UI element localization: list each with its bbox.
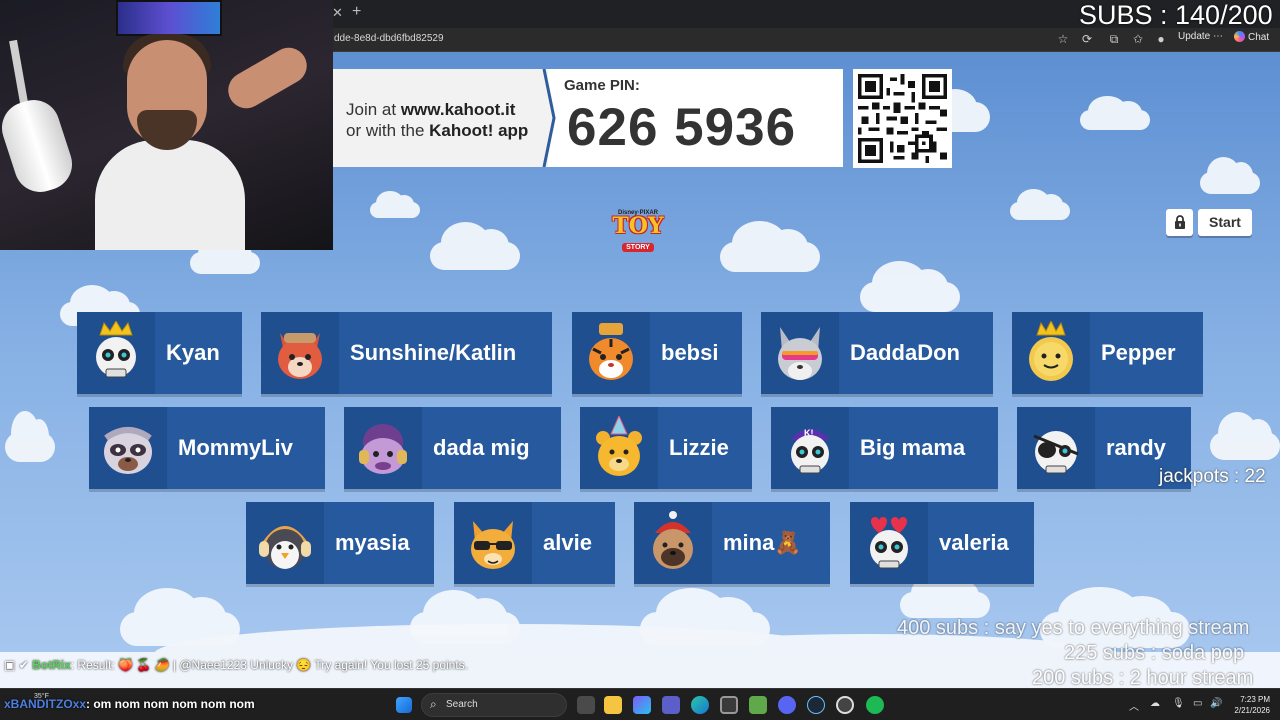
player-tile: K! Big mama	[771, 407, 998, 489]
wolf-icon	[778, 327, 822, 380]
skull-cap-icon: K!	[790, 428, 830, 474]
raccoon-icon	[104, 427, 152, 474]
player-name: randy	[1106, 435, 1166, 460]
sub-goal-400: 400 subs : say yes to everything stream	[897, 617, 1250, 639]
copilot-icon	[1234, 31, 1245, 42]
panel-divider	[536, 69, 556, 167]
join-panel: Join at www.kahoot.it or with the Kahoot…	[333, 69, 843, 167]
steam-icon[interactable]	[807, 696, 825, 714]
player-tile: dada mig	[344, 407, 561, 489]
chat-message-user: xBANDITZOxx: om nom nom nom nom nom	[4, 697, 255, 711]
sub-goal-200: 200 subs : 2 hour stream	[1032, 667, 1254, 689]
player-name: dada mig	[433, 435, 530, 460]
sub-goal-225: 225 subs : soda pop	[1064, 642, 1245, 664]
skull-crown-icon	[96, 321, 136, 378]
bear-party-icon	[596, 416, 642, 476]
player-name: Sunshine/Katlin	[350, 340, 517, 365]
player-tile: Pepper	[1012, 312, 1203, 394]
player-tile: MommyLiv	[89, 407, 325, 489]
pug-icon	[653, 511, 693, 569]
lock-icon	[1174, 215, 1185, 229]
minecraft-icon[interactable]	[749, 696, 767, 714]
taskbar-clock[interactable]: 7:23 PM 2/21/2026	[1228, 694, 1270, 716]
star-icon[interactable]: ☆	[1055, 32, 1071, 46]
bot-badge-icon: ▣ ✔	[4, 658, 29, 672]
fox-icon	[278, 333, 322, 379]
player-tile: myasia	[246, 502, 434, 584]
file-explorer-icon[interactable]	[604, 696, 622, 714]
streamer	[95, 30, 314, 250]
penguin-icon	[259, 526, 311, 569]
chat-username: BotRix	[32, 658, 71, 672]
subs-counter: SUBS : 140/200	[1079, 0, 1273, 30]
player-name: alvie	[543, 530, 592, 555]
onedrive-icon[interactable]: ☁	[1150, 698, 1160, 709]
player-tile: Sunshine/Katlin	[261, 312, 552, 394]
player-tile: Kyan	[77, 312, 242, 394]
player-name: Big mama	[860, 435, 966, 460]
windows-start-icon[interactable]	[396, 697, 412, 713]
pin-label: Game PIN:	[564, 77, 640, 94]
sun-crown-icon	[1029, 321, 1073, 381]
microphone	[0, 93, 79, 199]
skull-eyepatch-icon	[1033, 431, 1079, 474]
qr-code[interactable]	[853, 69, 952, 168]
task-view-icon[interactable]	[577, 696, 595, 714]
tiger-icon	[589, 323, 633, 380]
chat-text: : om nom nom nom nom nom	[86, 697, 255, 711]
chat-message-bot: ▣ ✔ BotRix: Result: 🍑 🍒 🥭 | @Naee1223 Un…	[4, 655, 484, 675]
spotify-icon[interactable]	[866, 696, 884, 714]
start-button[interactable]: Start	[1198, 209, 1252, 236]
search-icon: ⌕	[430, 697, 437, 711]
store-icon[interactable]	[720, 696, 738, 714]
toy-story-logo: Disney·PIXAR TOY STORY	[612, 210, 664, 252]
edge-icon[interactable]	[691, 696, 709, 714]
player-name: Lizzie	[669, 435, 729, 460]
copilot-chat-button[interactable]: Chat	[1234, 31, 1269, 43]
cat-sunglasses-icon	[471, 521, 515, 569]
player-name: Kyan	[166, 340, 220, 365]
favorites-icon[interactable]: ✩	[1130, 32, 1146, 46]
player-tile: Lizzie	[580, 407, 752, 489]
chat-username: xBANDITZOxx	[4, 697, 87, 711]
copilot-app-icon[interactable]	[633, 696, 651, 714]
player-tile: bebsi	[572, 312, 742, 394]
url-text[interactable]: dde-8e8d-dbd6fbd82529	[334, 33, 444, 44]
discord-icon[interactable]	[778, 696, 796, 714]
chat-text: : Result: 🍑 🍒 🥭 | @Naee1223 Unlucky 😔 Tr…	[70, 658, 469, 672]
webcam-feed	[0, 0, 333, 250]
new-tab-icon[interactable]: +	[352, 3, 361, 21]
taskbar-search[interactable]: ⌕ Search	[421, 693, 567, 717]
player-name: valeria	[939, 530, 1009, 555]
player-name: MommyLiv	[178, 435, 293, 460]
join-app: Kahoot! app	[429, 121, 529, 140]
jackpots-counter: jackpots : 22	[1159, 466, 1266, 487]
teams-icon[interactable]	[662, 696, 680, 714]
lock-game-button[interactable]	[1166, 209, 1193, 236]
extensions-icon[interactable]: ⧉	[1106, 32, 1122, 47]
player-name: myasia	[335, 530, 410, 555]
volume-icon[interactable]: 🔊	[1210, 698, 1222, 709]
skull-hearts-icon	[870, 517, 908, 569]
network-icon[interactable]: ▭	[1193, 698, 1202, 709]
profile-icon[interactable]: ●	[1153, 32, 1169, 46]
player-tile: mina🧸	[634, 502, 830, 584]
purple-monster-icon	[359, 424, 407, 474]
join-url: www.kahoot.it	[400, 100, 516, 119]
tray-expand-icon[interactable]: ︿	[1129, 698, 1139, 713]
game-pin: 626 5936	[567, 98, 797, 157]
player-name: bebsi	[661, 340, 719, 365]
join-instructions: Join at www.kahoot.it or with the Kahoot…	[346, 100, 529, 140]
obs-icon[interactable]	[836, 696, 854, 714]
player-tile: valeria	[850, 502, 1034, 584]
close-tab-icon[interactable]: ✕	[332, 5, 343, 21]
mic-icon[interactable]: 🎙	[1172, 698, 1185, 709]
player-name: mina🧸	[723, 530, 802, 555]
player-tile: alvie	[454, 502, 615, 584]
player-tile: DaddaDon	[761, 312, 993, 394]
player-name: DaddaDon	[850, 340, 960, 365]
player-name: Pepper	[1101, 340, 1176, 365]
update-button[interactable]: Update ⋯	[1178, 31, 1223, 42]
refresh-icon[interactable]: ⟳	[1079, 32, 1095, 46]
